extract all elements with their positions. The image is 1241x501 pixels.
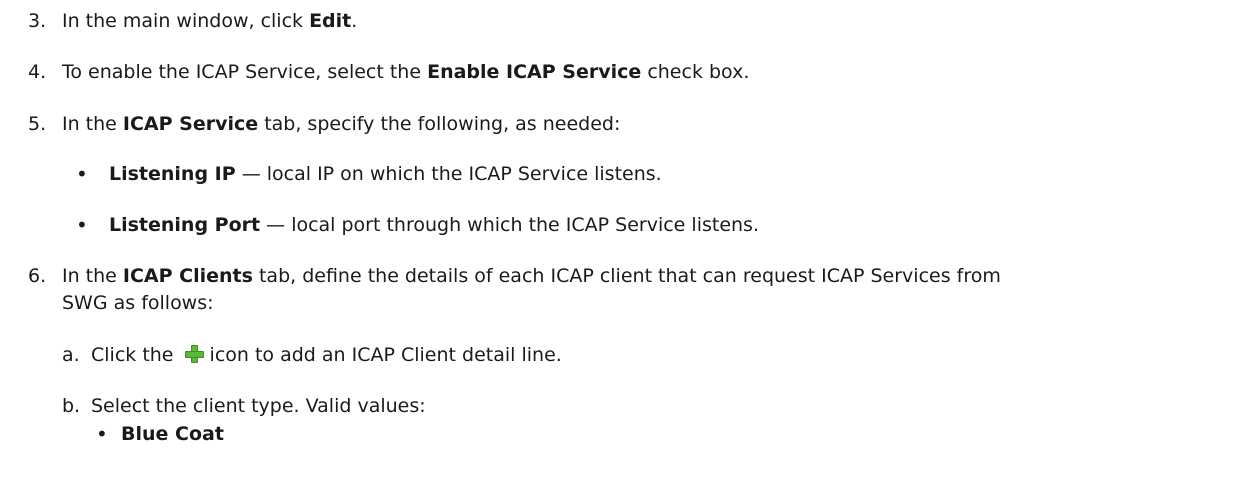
step-5-text: In the ICAP Service tab, specify the fol… — [62, 112, 620, 136]
bullet: • — [96, 422, 108, 446]
step-6b-bullet-1-bold: Blue Coat — [121, 423, 224, 445]
step-4-post: check box. — [641, 61, 750, 83]
step-6a-text: Click the icon to add an ICAP Client det… — [91, 343, 562, 367]
step-number: 6. — [28, 265, 47, 287]
step-4-bold: Enable ICAP Service — [427, 61, 642, 83]
step-number: 5. — [28, 113, 47, 135]
step-5-post: tab, specify the following, as needed: — [258, 113, 621, 135]
step-number: 3. — [28, 10, 47, 32]
step-5-bold: ICAP Service — [122, 113, 259, 135]
step-3-text: In the main window, click Edit. — [62, 9, 357, 33]
step-5-pre: In the — [62, 113, 123, 135]
plus-icon — [184, 344, 204, 364]
step-6-bold: ICAP Clients — [122, 265, 253, 287]
step-5-bullet-1-text: Listening IP — local IP on which the ICA… — [109, 162, 662, 186]
step-4-text: To enable the ICAP Service, select the E… — [62, 60, 749, 84]
substep-letter: b. — [62, 395, 81, 417]
step-number: 4. — [28, 61, 47, 83]
step-6-text: In the ICAP Clients tab, define the deta… — [62, 264, 1001, 288]
step-6a-post: icon to add an ICAP Client detail line. — [209, 344, 562, 366]
step-6-pre: In the — [62, 265, 123, 287]
step-5-bullet-2-post: — local port through which the ICAP Serv… — [260, 214, 759, 236]
step-6-post: tab, define the details of each ICAP cli… — [252, 265, 1001, 287]
step-4-pre: To enable the ICAP Service, select the — [62, 61, 428, 83]
step-3-post: . — [351, 10, 358, 32]
step-3-bold: Edit — [309, 10, 352, 32]
document-page: 3. In the main window, click Edit. 4. To… — [0, 0, 1241, 501]
step-5-bullet-1-post: — local IP on which the ICAP Service lis… — [235, 163, 662, 185]
step-5-bullet-2-bold: Listening Port — [109, 214, 261, 236]
step-5-bullet-2-text: Listening Port — local port through whic… — [109, 213, 759, 237]
step-6-continuation: SWG as follows: — [62, 292, 214, 314]
step-5-bullet-1-bold: Listening IP — [109, 163, 236, 185]
step-6b-bullet-1-text: Blue Coat — [121, 422, 224, 446]
step-3-pre: In the main window, click — [62, 10, 310, 32]
step-6b-text: Select the client type. Valid values: — [91, 395, 426, 417]
step-6a-pre: Click the — [91, 344, 180, 366]
substep-letter: a. — [62, 344, 80, 366]
bullet: • — [76, 162, 88, 186]
bullet: • — [76, 213, 88, 237]
